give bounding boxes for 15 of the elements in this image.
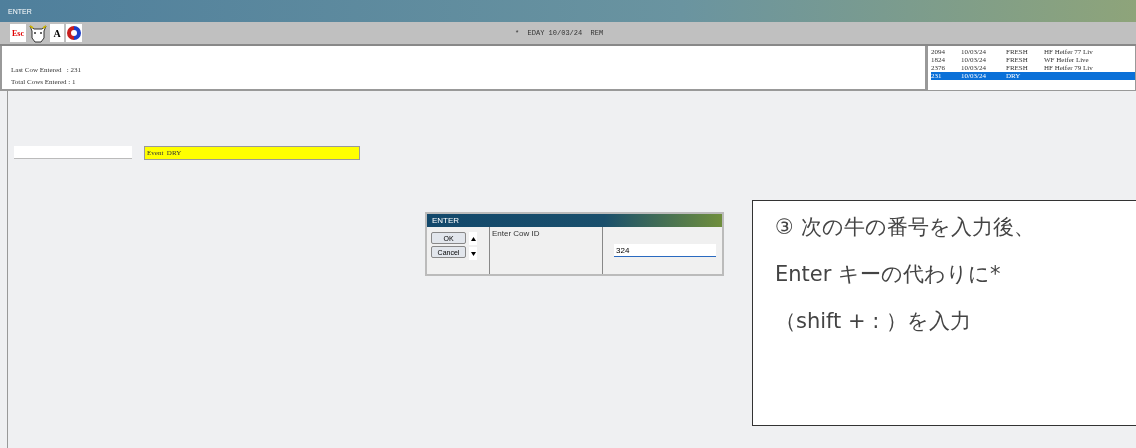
font-button[interactable]: A	[50, 24, 64, 42]
dialog-title: ENTER	[427, 214, 722, 227]
callout-text: （shift + : ）を入力	[775, 308, 973, 335]
cow-field[interactable]	[14, 146, 132, 159]
callout-text: Enter キーの代わりに*	[775, 261, 1002, 288]
prompt-text: Enter Cow ID	[490, 227, 603, 274]
scroll-up-button[interactable]	[469, 232, 477, 245]
up-triangle-icon	[470, 236, 476, 241]
cow-id-input[interactable]: 324	[614, 244, 716, 257]
cow-icon[interactable]	[28, 23, 48, 43]
escape-button[interactable]: Esc	[10, 24, 26, 42]
scroll-down-button[interactable]	[469, 247, 477, 260]
refresh-icon[interactable]	[66, 24, 82, 42]
callout-text: ③ 次の牛の番号を入力後、	[775, 214, 1036, 241]
down-triangle-icon	[470, 251, 476, 256]
